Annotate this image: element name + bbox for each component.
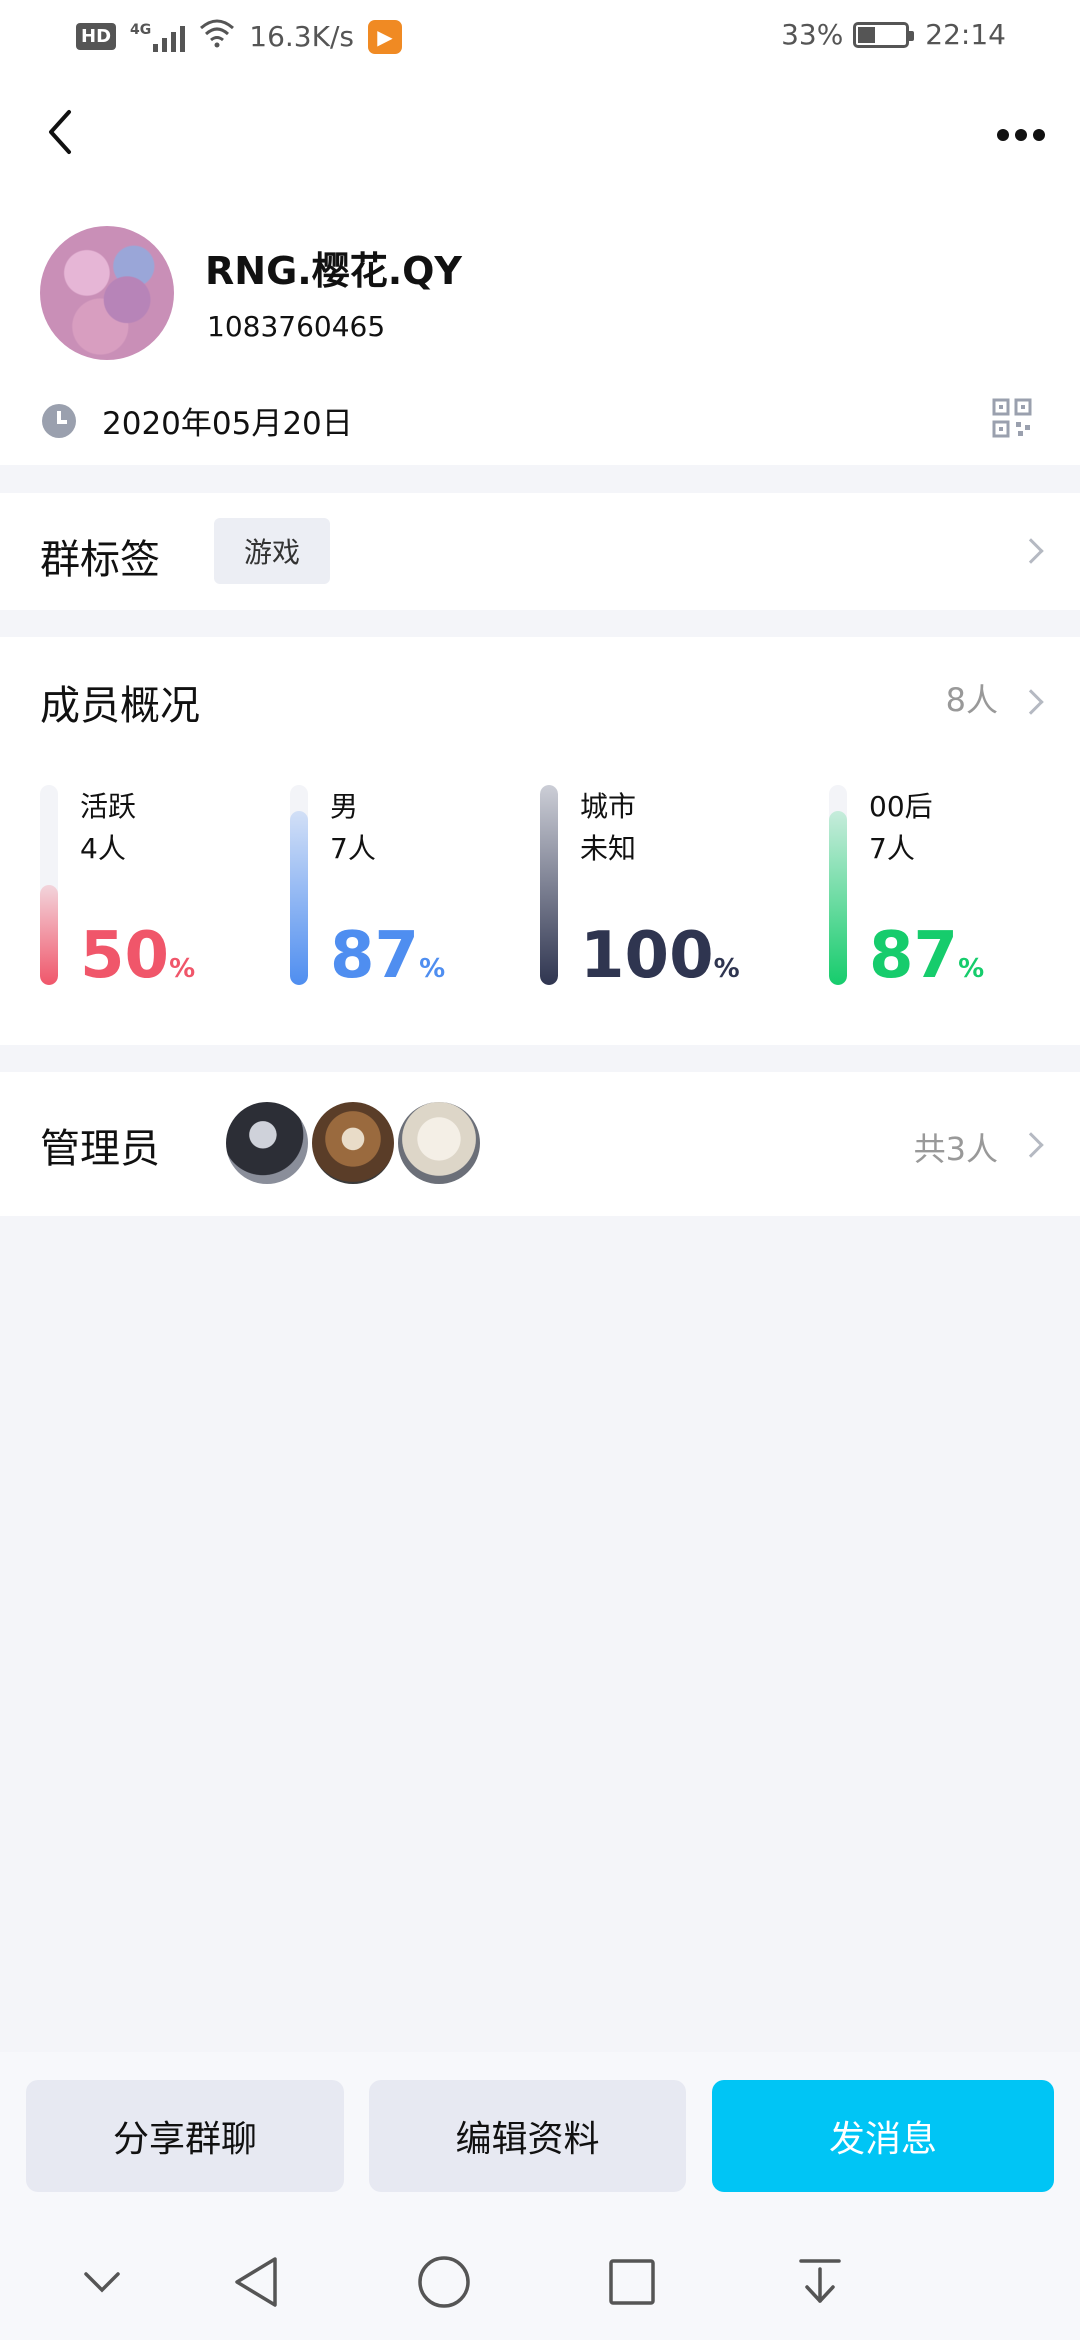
group-tags-title: 群标签 [40,537,160,583]
collapse-button[interactable] [72,2252,132,2312]
wifi-icon [199,18,235,55]
nav-back-button[interactable] [226,2252,286,2312]
stat-bar-fill [40,885,58,985]
stat-bar [829,785,847,985]
admin-avatar[interactable] [398,1102,480,1184]
group-id: 1083760465 [207,310,386,343]
stat-label: 城市 [580,790,637,823]
hd-badge: HD [76,23,117,50]
stat-bar-fill [290,811,308,985]
video-app-icon: ▶ [367,19,402,54]
more-options-button[interactable] [986,110,1056,160]
group-tags-row[interactable]: 群标签 游戏 [0,493,1080,610]
admins-row[interactable]: 管理员 共3人 [0,1072,1080,1216]
qr-code-icon[interactable] [992,398,1032,438]
stat-bar [290,785,308,985]
admin-avatar[interactable] [312,1102,394,1184]
admin-avatars [226,1102,480,1184]
nav-home-button[interactable] [414,2252,474,2312]
member-count[interactable]: 8人 [946,675,998,721]
stat-sub: 7人 [330,832,376,865]
stat-percent: 100% [580,919,740,993]
chevron-right-icon[interactable] [1018,689,1044,715]
created-date: 2020年05月20日 [102,406,353,442]
dot-icon [997,129,1009,141]
system-navbar [0,2222,1080,2340]
circle-home-icon [418,2256,470,2308]
back-arrow-icon [49,110,71,154]
edit-profile-button[interactable]: 编辑资料 [369,2080,686,2192]
admin-avatar[interactable] [226,1102,308,1184]
group-avatar[interactable] [40,226,174,360]
member-overview-title: 成员概况 [40,683,200,729]
send-message-button[interactable]: 发消息 [712,2080,1054,2192]
pull-down-icon [799,2259,841,2303]
signal-icon: 4G [130,21,186,52]
chevron-right-icon [1018,1132,1044,1158]
stat-percent: 87% [330,919,446,993]
stat-bar-fill [829,811,847,985]
network-speed: 16.3K/s [249,20,354,53]
share-group-button[interactable]: 分享群聊 [26,2080,344,2192]
admin-count: 共3人 [913,1130,998,1168]
stat-label: 00后 [869,790,933,823]
dot-icon [1033,129,1045,141]
triangle-back-icon [235,2257,277,2307]
chevron-down-icon [84,2272,120,2293]
stat-percent: 87% [869,919,985,993]
stat-label: 男 [330,790,359,823]
member-overview: 成员概况 8人 活跃 4人 50% 男 7人 87% 城市 未知 100% 00… [0,637,1080,1045]
stat-sub: 4人 [80,832,126,865]
group-name: RNG.樱花.QY [205,249,462,293]
stat-percent: 50% [80,919,196,993]
network-type: 4G [130,21,152,38]
nav-recents-button[interactable] [602,2252,662,2312]
stat-label: 活跃 [80,790,137,823]
group-header: RNG.樱花.QY 1083760465 2020年05月20日 [0,80,1080,465]
status-bar: HD 4G 16.3K/s ▶ 33% 22:14 [0,0,1080,80]
clock-icon [42,403,76,438]
stat-bar [40,785,58,985]
bottom-bar: 分享群聊 编辑资料 发消息 [0,2052,1080,2340]
stat-sub: 未知 [580,832,637,865]
stat-bar-fill [540,785,558,985]
stat-bar [540,785,558,985]
battery-percent: 33% [781,18,844,51]
dot-icon [1015,129,1027,141]
stat-sub: 7人 [869,832,915,865]
clock-time: 22:14 [925,18,1006,51]
created-date-row: 2020年05月20日 [42,398,353,443]
tag-pill: 游戏 [214,518,330,584]
battery-icon [853,21,915,48]
nav-notifications-button[interactable] [790,2252,850,2312]
admins-title: 管理员 [40,1126,160,1172]
back-button[interactable] [30,102,90,162]
chevron-right-icon [1018,538,1044,564]
square-recents-icon [609,2259,655,2305]
